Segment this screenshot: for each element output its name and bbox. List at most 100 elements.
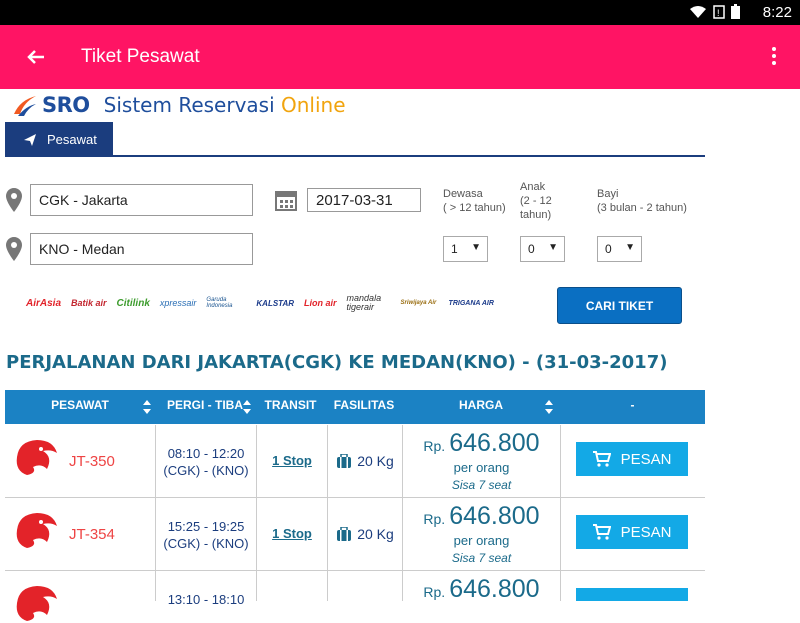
cell-times: 08:10 - 12:20 (CGK) - (KNO) [156, 425, 257, 498]
airline-logo-xpress: xpressair [159, 298, 197, 308]
dropdown-arrow-icon: ▼ [625, 242, 635, 253]
page-title: Tiket Pesawat [81, 46, 200, 67]
cell-airline: JT-350 [5, 425, 156, 498]
cell-airline: JT-354 [5, 498, 156, 571]
book-button[interactable]: PESAN [576, 515, 688, 549]
cell-action: PESAN [561, 425, 705, 498]
brand-name: Sistem Reservasi Online [103, 93, 346, 117]
table-row: JT-354 15:25 - 19:25 (CGK) - (KNO) 1 Sto… [5, 498, 705, 571]
airline-logo-kalstar: KALSTAR [256, 298, 295, 308]
sort-icon[interactable] [545, 400, 553, 414]
status-icons: ! [689, 4, 740, 19]
route: (CGK) - (KNO) [163, 536, 249, 551]
date-field[interactable]: 2017-03-31 [307, 188, 421, 212]
location-pin-icon [6, 237, 22, 261]
baggage-info: 20 Kg [328, 526, 402, 542]
sort-icon[interactable] [143, 400, 151, 414]
plane-send-icon [24, 133, 36, 146]
luggage-icon [337, 454, 352, 468]
depart-arrive-time: 08:10 - 12:20 [167, 446, 245, 461]
cell-facility: 20 Kg [328, 498, 403, 571]
col-transit: TRANSIT [264, 398, 317, 412]
table-row: 13:10 - 18:10 Rp. 646.800 [5, 571, 705, 621]
table-header: PESAWAT PERGI - TIBA TRANSIT FASILITAS H… [5, 390, 705, 424]
airline-logo-sriwijaya: Sriwijaya Air [400, 300, 437, 306]
cell-times: 15:25 - 19:25 (CGK) - (KNO) [156, 498, 257, 571]
seats-left: Sisa 7 seat [451, 478, 512, 492]
destination-field[interactable]: KNO - Medan [30, 233, 253, 265]
price: Rp. 646.800 [423, 502, 540, 530]
wifi-icon [690, 5, 706, 18]
tab-pesawat[interactable]: Pesawat [5, 122, 113, 157]
cell-facility: 20 Kg [328, 425, 403, 498]
sort-icon[interactable] [243, 400, 251, 414]
cell-times: 13:10 - 18:10 [156, 571, 257, 607]
cell-action [561, 571, 705, 601]
brand-short: SRO [42, 93, 90, 117]
cell-transit [257, 571, 328, 601]
anak-label: Anak (2 - 12 tahun) [520, 181, 552, 221]
col-harga: HARGA [459, 398, 503, 412]
col-pergi-tiba: PERGI - TIBA [166, 398, 243, 412]
airline-logo-batik: Batik air [71, 298, 107, 308]
brand-logo: SRO Sistem Reservasi Online [12, 91, 346, 119]
airline-logo-citilink: Citilink [116, 297, 150, 309]
cell-facility [328, 571, 403, 601]
anak-select[interactable]: 0 ▼ [520, 236, 565, 262]
cart-icon [592, 524, 611, 540]
baggage-info: 20 Kg [328, 453, 402, 469]
cell-transit: 1 Stop [257, 425, 328, 498]
price: Rp. 646.800 [423, 429, 540, 457]
cell-airline [5, 571, 156, 621]
dewasa-label: Dewasa( > 12 tahun) [443, 188, 506, 214]
book-button[interactable] [576, 588, 688, 601]
bayi-select[interactable]: 0 ▼ [597, 236, 642, 262]
book-button[interactable]: PESAN [576, 442, 688, 476]
location-pin-icon [6, 188, 22, 212]
table-row: JT-350 08:10 - 12:20 (CGK) - (KNO) 1 Sto… [5, 425, 705, 498]
seats-left: Sisa 7 seat [451, 551, 512, 565]
cell-price: Rp. 646.800 per orang Sisa 7 seat [403, 498, 561, 571]
flight-code: JT-354 [69, 526, 115, 543]
luggage-icon [337, 527, 352, 541]
more-options-icon[interactable] [770, 45, 778, 69]
per-person: per orang [453, 460, 510, 475]
app-bar: Tiket Pesawat [0, 25, 800, 89]
transit-link[interactable]: 1 Stop [257, 526, 327, 541]
transit-link[interactable]: 1 Stop [257, 453, 327, 468]
sro-swoosh-icon [14, 96, 36, 116]
cell-price: Rp. 646.800 per orang Sisa 7 seat [403, 425, 561, 498]
depart-arrive-time: 15:25 - 19:25 [167, 519, 245, 534]
col-pesawat: PESAWAT [51, 398, 109, 412]
results-heading: PERJALANAN DARI JAKARTA(CGK) KE MEDAN(KN… [6, 352, 668, 373]
calendar-icon[interactable] [275, 189, 297, 211]
col-fasilitas: FASILITAS [333, 398, 395, 412]
lion-air-logo-icon [16, 586, 57, 621]
col-action: - [630, 398, 635, 412]
per-person: per orang [453, 533, 510, 548]
dewasa-select[interactable]: 1 ▼ [443, 236, 488, 262]
bayi-label: Bayi (3 bulan - 2 tahun) [597, 188, 687, 214]
airline-logo-airasia: AirAsia [26, 297, 62, 309]
flight-code: JT-350 [69, 453, 115, 470]
lion-air-logo-icon [16, 440, 57, 475]
back-arrow-icon[interactable] [22, 43, 50, 71]
airline-logo-garuda: Garuda Indonesia [206, 297, 233, 309]
airline-logo-lion: Lion air [304, 298, 337, 308]
cell-price: Rp. 646.800 [403, 571, 561, 603]
airline-logos: AirAsia Batik air Citilink xpressair Gar… [26, 290, 494, 316]
svg-text:!: ! [717, 8, 720, 18]
airline-logo-trigana: TRIGANA AIR [448, 299, 494, 307]
clock: 8:22 [762, 4, 792, 21]
lion-air-logo-icon [16, 513, 57, 548]
search-ticket-button[interactable]: CARI TIKET [557, 287, 682, 324]
status-bar: ! 8:22 [0, 0, 800, 25]
cart-icon [592, 451, 611, 467]
airline-logo-mandala: mandala tigerair [346, 293, 382, 312]
battery-icon [731, 4, 740, 19]
route: (CGK) - (KNO) [163, 463, 249, 478]
tab-bar: Pesawat [5, 122, 705, 157]
origin-field[interactable]: CGK - Jakarta [30, 184, 253, 216]
cell-transit: 1 Stop [257, 498, 328, 571]
no-sim-icon: ! [713, 4, 725, 19]
